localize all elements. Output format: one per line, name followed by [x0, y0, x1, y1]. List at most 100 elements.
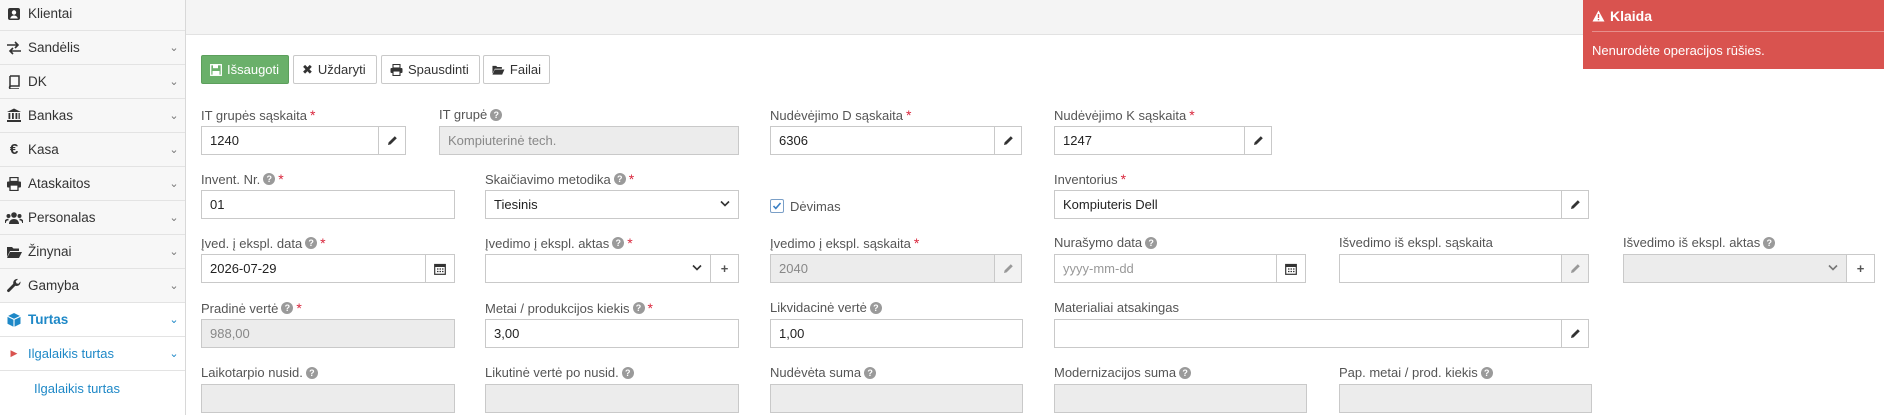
plus-icon: + — [1856, 261, 1865, 276]
years-qty-input[interactable]: 3,00 — [485, 319, 739, 348]
edit-responsible-button[interactable] — [1561, 319, 1589, 348]
sidebar-subitem-ilgalaikis-turtas[interactable]: ▶ Ilgalaikis turtas ⌄ — [0, 337, 185, 371]
years-qty-label: Metai / produkcijos kiekis? * — [485, 300, 653, 316]
modernization-sum-label: Modernizacijos suma? — [1054, 365, 1192, 380]
pencil-icon — [1570, 264, 1580, 273]
sidebar-item-personalas[interactable]: Personalas ⌄ — [0, 201, 185, 235]
help-icon: ? — [1480, 366, 1493, 379]
commission-act-label: Įvedimo į ekspl. aktas? * — [485, 235, 633, 251]
print-button-label: Spausdinti — [408, 62, 469, 77]
period-dep-input — [201, 384, 455, 413]
edit-removal-account-button[interactable] — [1561, 254, 1589, 283]
edit-dep-d-account-button[interactable] — [994, 126, 1022, 155]
pencil-icon — [1253, 136, 1263, 145]
print-button[interactable]: Spausdinti — [381, 55, 480, 84]
checkmark-icon — [772, 202, 782, 210]
close-icon: ✖ — [302, 61, 313, 77]
removal-act-select[interactable] — [1623, 254, 1847, 283]
help-icon: ? — [869, 301, 882, 314]
residual-value-input — [485, 384, 739, 413]
edit-dep-k-account-button[interactable] — [1244, 126, 1272, 155]
dep-k-account-input[interactable]: 1247 — [1054, 126, 1245, 155]
add-removal-act-button[interactable]: + — [1846, 254, 1875, 283]
plus-icon: + — [720, 261, 729, 276]
it-group-account-input[interactable]: 1240 — [201, 126, 379, 155]
sidebar-subsubitem-label: Ilgalaikis turtas — [34, 380, 120, 396]
chevron-down-icon: ⌄ — [169, 280, 179, 292]
sidebar-item-bankas[interactable]: Bankas ⌄ — [0, 99, 185, 133]
removal-account-input[interactable] — [1339, 254, 1562, 283]
commission-date-input[interactable]: 2026-07-29 — [201, 254, 426, 283]
sidebar-item-label: Gamyba — [28, 278, 80, 293]
add-commission-act-button[interactable]: + — [710, 254, 739, 283]
toast-divider — [1592, 31, 1884, 32]
chevron-down-icon: ⌄ — [169, 110, 179, 122]
sidebar-item-label: Žinynai — [28, 244, 72, 259]
commission-date-calendar-button[interactable] — [425, 254, 455, 283]
initial-value-label: Pradinė vertė? * — [201, 300, 302, 316]
invent-nr-label: Invent. Nr.? * — [201, 171, 284, 187]
pencil-icon — [1570, 200, 1580, 209]
dep-d-account-label: Nudėvėjimo D sąskaita * — [770, 107, 912, 123]
chevron-down-icon: ⌄ — [169, 178, 179, 190]
period-dep-label: Laikotarpio nusid.? — [201, 365, 318, 380]
residual-value-label: Likutinė vertė po nusid.? — [485, 365, 634, 380]
edit-it-group-account-button[interactable] — [378, 126, 406, 155]
cube-icon — [0, 312, 28, 328]
sidebar-item-label: Kasa — [28, 142, 59, 157]
help-icon: ? — [263, 173, 276, 185]
chevron-down-icon: ⌄ — [169, 76, 179, 88]
responsible-input[interactable] — [1054, 319, 1562, 348]
chevron-down-icon: ⌄ — [169, 144, 179, 156]
users-icon — [0, 211, 28, 225]
writeoff-date-input[interactable]: yyyy-mm-dd — [1054, 254, 1277, 283]
commission-act-select[interactable] — [485, 254, 711, 283]
invent-nr-input[interactable]: 01 — [201, 190, 455, 219]
removal-account-label: Išvedimo iš ekspl. sąskaita — [1339, 235, 1493, 250]
chevron-down-icon — [692, 264, 702, 271]
edit-commission-account-button[interactable] — [994, 254, 1022, 283]
sidebar-item-label: Ataskaitos — [28, 176, 91, 191]
writeoff-date-label: Nurašymo data? — [1054, 235, 1158, 250]
error-toast[interactable]: Klaida Nenurodėte operacijos rūšies. — [1583, 0, 1884, 69]
save-button[interactable]: Išsaugoti — [201, 55, 289, 84]
removal-act-label: Išvedimo iš ekspl. aktas? — [1623, 235, 1776, 250]
liquidation-value-label: Likvidacinė vertė? — [770, 300, 882, 315]
sidebar-item-zinynai[interactable]: Žinynai ⌄ — [0, 235, 185, 269]
depreciation-label: Dėvimas — [790, 199, 841, 214]
sidebar-item-sandelis[interactable]: Sandėlis ⌄ — [0, 31, 185, 65]
warning-icon — [1592, 10, 1605, 22]
files-button[interactable]: Failai — [483, 55, 550, 84]
sidebar-item-klientai[interactable]: Klientai — [0, 0, 185, 31]
sidebar-item-turtas[interactable]: Turtas ⌄ — [0, 303, 185, 337]
help-icon: ? — [490, 108, 503, 121]
writeoff-date-calendar-button[interactable] — [1276, 254, 1306, 283]
sidebar-item-ataskaitos[interactable]: Ataskaitos ⌄ — [0, 167, 185, 201]
toast-title: Klaida — [1592, 8, 1652, 24]
extra-years-label: Pap. metai / prod. kiekis? — [1339, 365, 1493, 380]
help-icon: ? — [305, 366, 318, 379]
calc-method-select[interactable]: Tiesinis — [485, 190, 739, 219]
sidebar-subsubitem-ilgalaikis-turtas[interactable]: Ilgalaikis turtas — [0, 371, 185, 405]
dep-d-account-input[interactable]: 6306 — [770, 126, 995, 155]
help-icon: ? — [864, 366, 877, 379]
sidebar-item-kasa[interactable]: € Kasa ⌄ — [0, 133, 185, 167]
liquidation-value-input[interactable]: 1,00 — [770, 319, 1023, 348]
responsible-label: Materialiai atsakingas — [1054, 300, 1180, 315]
exchange-icon — [0, 40, 28, 55]
commission-date-label: Įved. į ekspl. data? * — [201, 235, 326, 251]
commission-account-input: 2040 — [770, 254, 995, 283]
chevron-down-icon: ⌄ — [169, 348, 179, 360]
inventory-input[interactable]: Kompiuteris Dell — [1054, 190, 1562, 219]
pencil-icon — [1003, 264, 1013, 273]
sidebar-item-gamyba[interactable]: Gamyba ⌄ — [0, 269, 185, 303]
pencil-icon — [1003, 136, 1013, 145]
sidebar-item-label: Sandėlis — [28, 40, 80, 55]
close-button[interactable]: ✖ Uždaryti — [293, 55, 377, 84]
sidebar-item-label: Turtas — [28, 312, 69, 327]
edit-inventory-button[interactable] — [1561, 190, 1589, 219]
depreciation-checkbox[interactable] — [770, 199, 784, 213]
help-icon: ? — [632, 302, 645, 314]
caret-right-icon: ▶ — [10, 348, 18, 358]
sidebar-item-dk[interactable]: DK ⌄ — [0, 65, 185, 99]
